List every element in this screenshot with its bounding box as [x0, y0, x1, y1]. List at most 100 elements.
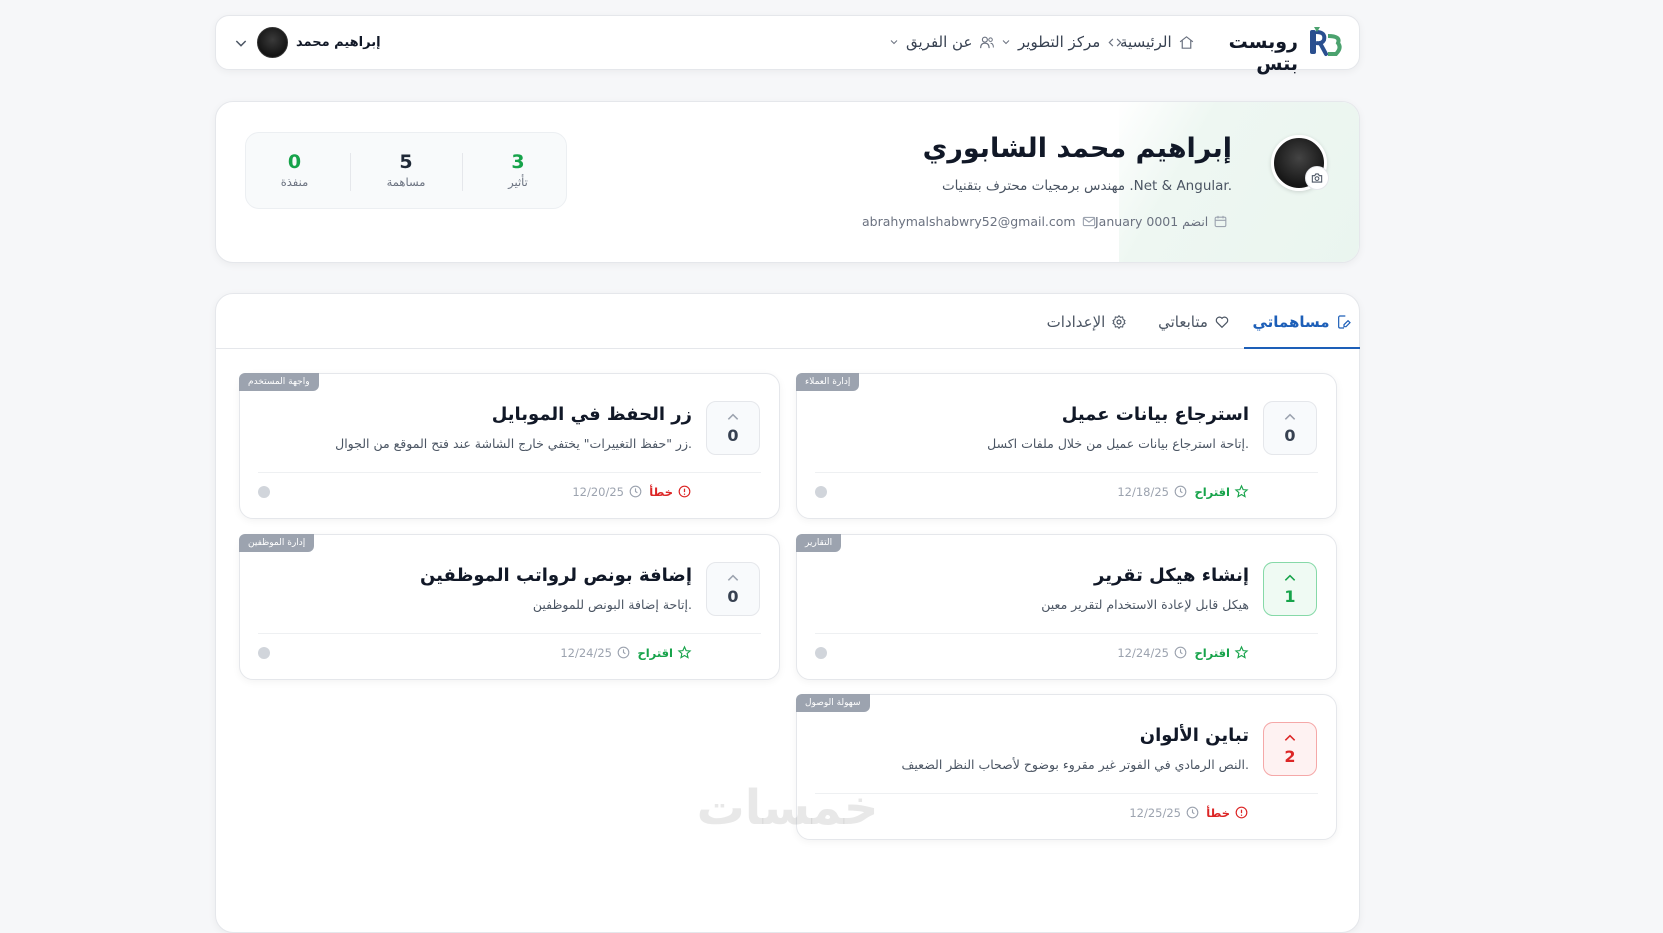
category-tag: سهولة الوصول: [796, 694, 870, 712]
profile-name: إبراهيم محمد الشابوري: [922, 133, 1232, 164]
vote-box-downvoted[interactable]: 2: [1263, 722, 1317, 776]
user-menu[interactable]: إبراهيم محمد: [233, 27, 381, 58]
card-title: زر الحفظ في الموبايل: [491, 404, 692, 425]
nav-item-about-team[interactable]: عن الفريق: [888, 33, 996, 51]
card-divider: [815, 793, 1318, 794]
tab-my-contributions[interactable]: مساهماتي: [1244, 296, 1360, 349]
stat-divider: [350, 153, 351, 191]
change-photo-button[interactable]: [1305, 166, 1329, 190]
type-label: خطأ: [649, 484, 673, 499]
tab-settings[interactable]: الإعدادات: [1032, 296, 1142, 348]
stat-label: منفذة: [280, 175, 309, 189]
vote-count: 0: [727, 586, 739, 606]
type-label: خطأ: [1206, 805, 1230, 820]
date-text: 12/24/25: [560, 645, 612, 660]
status-dot: [258, 486, 270, 498]
stat-contributions: 5 مساهمة: [351, 151, 461, 189]
vote-box[interactable]: 0: [706, 562, 760, 616]
chevron-up-icon: [726, 573, 740, 583]
alert-icon: [677, 484, 692, 499]
brand-name[interactable]: روبست بتس: [1198, 31, 1298, 75]
card-description: إتاحة إضافة البونص للموظفين.: [532, 597, 692, 612]
tabs-divider: [216, 348, 1359, 349]
stats-box: 3 تأثير 5 مساهمة 0 منفذة: [245, 132, 567, 209]
contribution-card[interactable]: إدارة العملاء 0 استرجاع بيانات عميل إتاح…: [796, 373, 1337, 519]
clock-icon: [1173, 484, 1188, 499]
stat-divider: [462, 153, 463, 191]
category-tag: واجهة المستخدم: [239, 373, 319, 391]
type-label: اقتراح: [637, 645, 673, 660]
card-date: 12/20/25: [572, 484, 643, 499]
star-icon: [677, 645, 692, 660]
vote-box-upvoted[interactable]: 1: [1263, 562, 1317, 616]
contribution-card[interactable]: واجهة المستخدم 0 زر الحفظ في الموبايل زر…: [239, 373, 780, 519]
type-label: اقتراح: [1194, 484, 1230, 499]
vote-count: 1: [1284, 586, 1296, 606]
chevron-down-icon: [1000, 36, 1012, 48]
chevron-up-icon: [726, 412, 740, 422]
card-type: اقتراح: [637, 645, 692, 660]
card-description: إتاحة استرجاع بيانات عميل من خلال ملفات …: [987, 436, 1249, 451]
nav-label-home: الرئيسية: [1120, 33, 1172, 51]
chevron-down-icon: [888, 36, 900, 48]
clock-icon: [1173, 645, 1188, 660]
nav-label-dev-center: مركز التطوير: [1018, 33, 1101, 51]
card-type: اقتراح: [1194, 645, 1249, 660]
card-divider: [815, 633, 1318, 634]
date-text: 12/25/25: [1129, 805, 1181, 820]
profile-joined: انضم January 0001: [1095, 214, 1228, 229]
vote-count: 0: [1284, 425, 1296, 445]
card-title: إضافة بونص لرواتب الموظفين: [419, 565, 692, 586]
contribution-card[interactable]: إدارة الموظفين 0 إضافة بونص لرواتب الموظ…: [239, 534, 780, 680]
card-type: اقتراح: [1194, 484, 1249, 499]
card-date: 12/24/25: [1117, 645, 1188, 660]
date-text: 12/18/25: [1117, 484, 1169, 499]
clock-icon: [1185, 805, 1200, 820]
stat-value: 0: [287, 151, 302, 173]
contribution-card[interactable]: التقارير 1 إنشاء هيكل تقرير هيكل قابل لإ…: [796, 534, 1337, 680]
heart-icon: [1214, 314, 1230, 330]
category-tag: التقارير: [796, 534, 842, 552]
clock-icon: [616, 645, 631, 660]
card-divider: [258, 633, 761, 634]
email-text: abrahymalshabwry52@gmail.com: [862, 214, 1076, 229]
stat-impact: 3 تأثير: [468, 151, 568, 189]
vote-count: 2: [1284, 746, 1296, 766]
card-description: زر "حفظ التغييرات" يختفي خارج الشاشة عند…: [335, 436, 692, 451]
vote-box[interactable]: 0: [1263, 401, 1317, 455]
date-text: 12/24/25: [1117, 645, 1169, 660]
user-name: إبراهيم محمد: [296, 35, 381, 50]
card-title: استرجاع بيانات عميل: [1061, 404, 1249, 425]
type-label: اقتراح: [1194, 645, 1230, 660]
vote-box[interactable]: 0: [706, 401, 760, 455]
profile-email: abrahymalshabwry52@gmail.com: [862, 214, 1097, 229]
category-tag: إدارة الموظفين: [239, 534, 315, 552]
card-date: 12/24/25: [560, 645, 631, 660]
card-type: خطأ: [649, 484, 692, 499]
edit-icon: [1336, 314, 1352, 330]
status-dot: [815, 647, 827, 659]
home-icon: [1178, 34, 1195, 51]
gear-icon: [1111, 314, 1127, 330]
mail-icon: [1081, 214, 1097, 229]
stat-label: مساهمة: [386, 175, 426, 189]
tab-label: الإعدادات: [1046, 313, 1106, 331]
status-dot: [815, 486, 827, 498]
code-icon: [1106, 34, 1124, 51]
date-text: 12/20/25: [572, 484, 624, 499]
card-date: 12/18/25: [1117, 484, 1188, 499]
logo-icon[interactable]: [1308, 26, 1344, 58]
chevron-up-icon: [1283, 573, 1297, 583]
star-icon: [1234, 484, 1249, 499]
alert-icon: [1234, 805, 1249, 820]
card-title: إنشاء هيكل تقرير: [1094, 565, 1249, 586]
users-icon: [978, 34, 996, 51]
card-type: خطأ: [1206, 805, 1249, 820]
tab-following[interactable]: متابعاتي: [1146, 296, 1242, 348]
card-date: 12/25/25: [1129, 805, 1200, 820]
stat-implemented: 0 منفذة: [246, 151, 343, 189]
stat-value: 5: [399, 151, 413, 173]
nav-item-home[interactable]: الرئيسية: [1120, 33, 1195, 51]
nav-item-dev-center[interactable]: مركز التطوير: [1000, 33, 1124, 51]
calendar-icon: [1213, 214, 1228, 229]
